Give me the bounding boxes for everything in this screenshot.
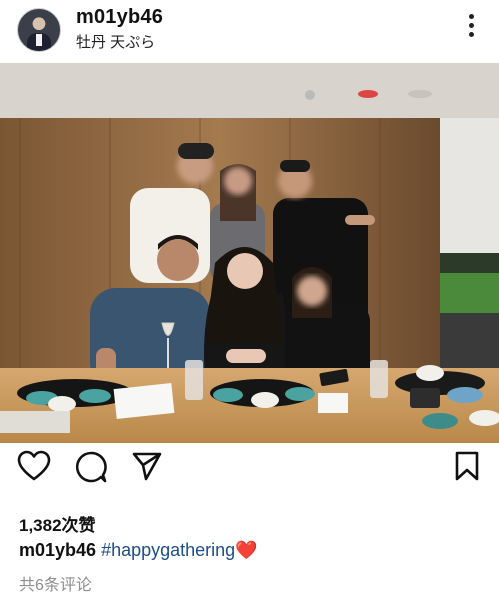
heart-emoji: ❤️ (235, 540, 258, 560)
likes-count[interactable]: 1,382次赞 (19, 511, 96, 536)
more-vertical-icon[interactable] (469, 14, 475, 40)
post-username[interactable]: m01yb46 (76, 6, 163, 29)
comment-bubble-icon[interactable] (74, 450, 108, 489)
view-comments-link[interactable]: 共6条评论 (19, 571, 92, 595)
caption-hashtag[interactable]: #happygathering (101, 540, 235, 560)
post-location[interactable]: 牡丹 天ぷら (76, 31, 155, 52)
post-photo[interactable] (0, 63, 499, 443)
avatar[interactable] (17, 8, 61, 52)
avatar-shirt (36, 34, 42, 46)
heart-outline-icon[interactable] (17, 450, 51, 487)
action-bar (0, 450, 499, 495)
post-header: m01yb46 牡丹 天ぷら (0, 0, 499, 60)
photo-illustration (0, 63, 499, 443)
send-icon[interactable] (131, 450, 163, 487)
bookmark-icon[interactable] (453, 450, 481, 487)
caption-username[interactable]: m01yb46 (19, 540, 96, 560)
post-caption: m01yb46 #happygathering❤️ (19, 540, 258, 561)
